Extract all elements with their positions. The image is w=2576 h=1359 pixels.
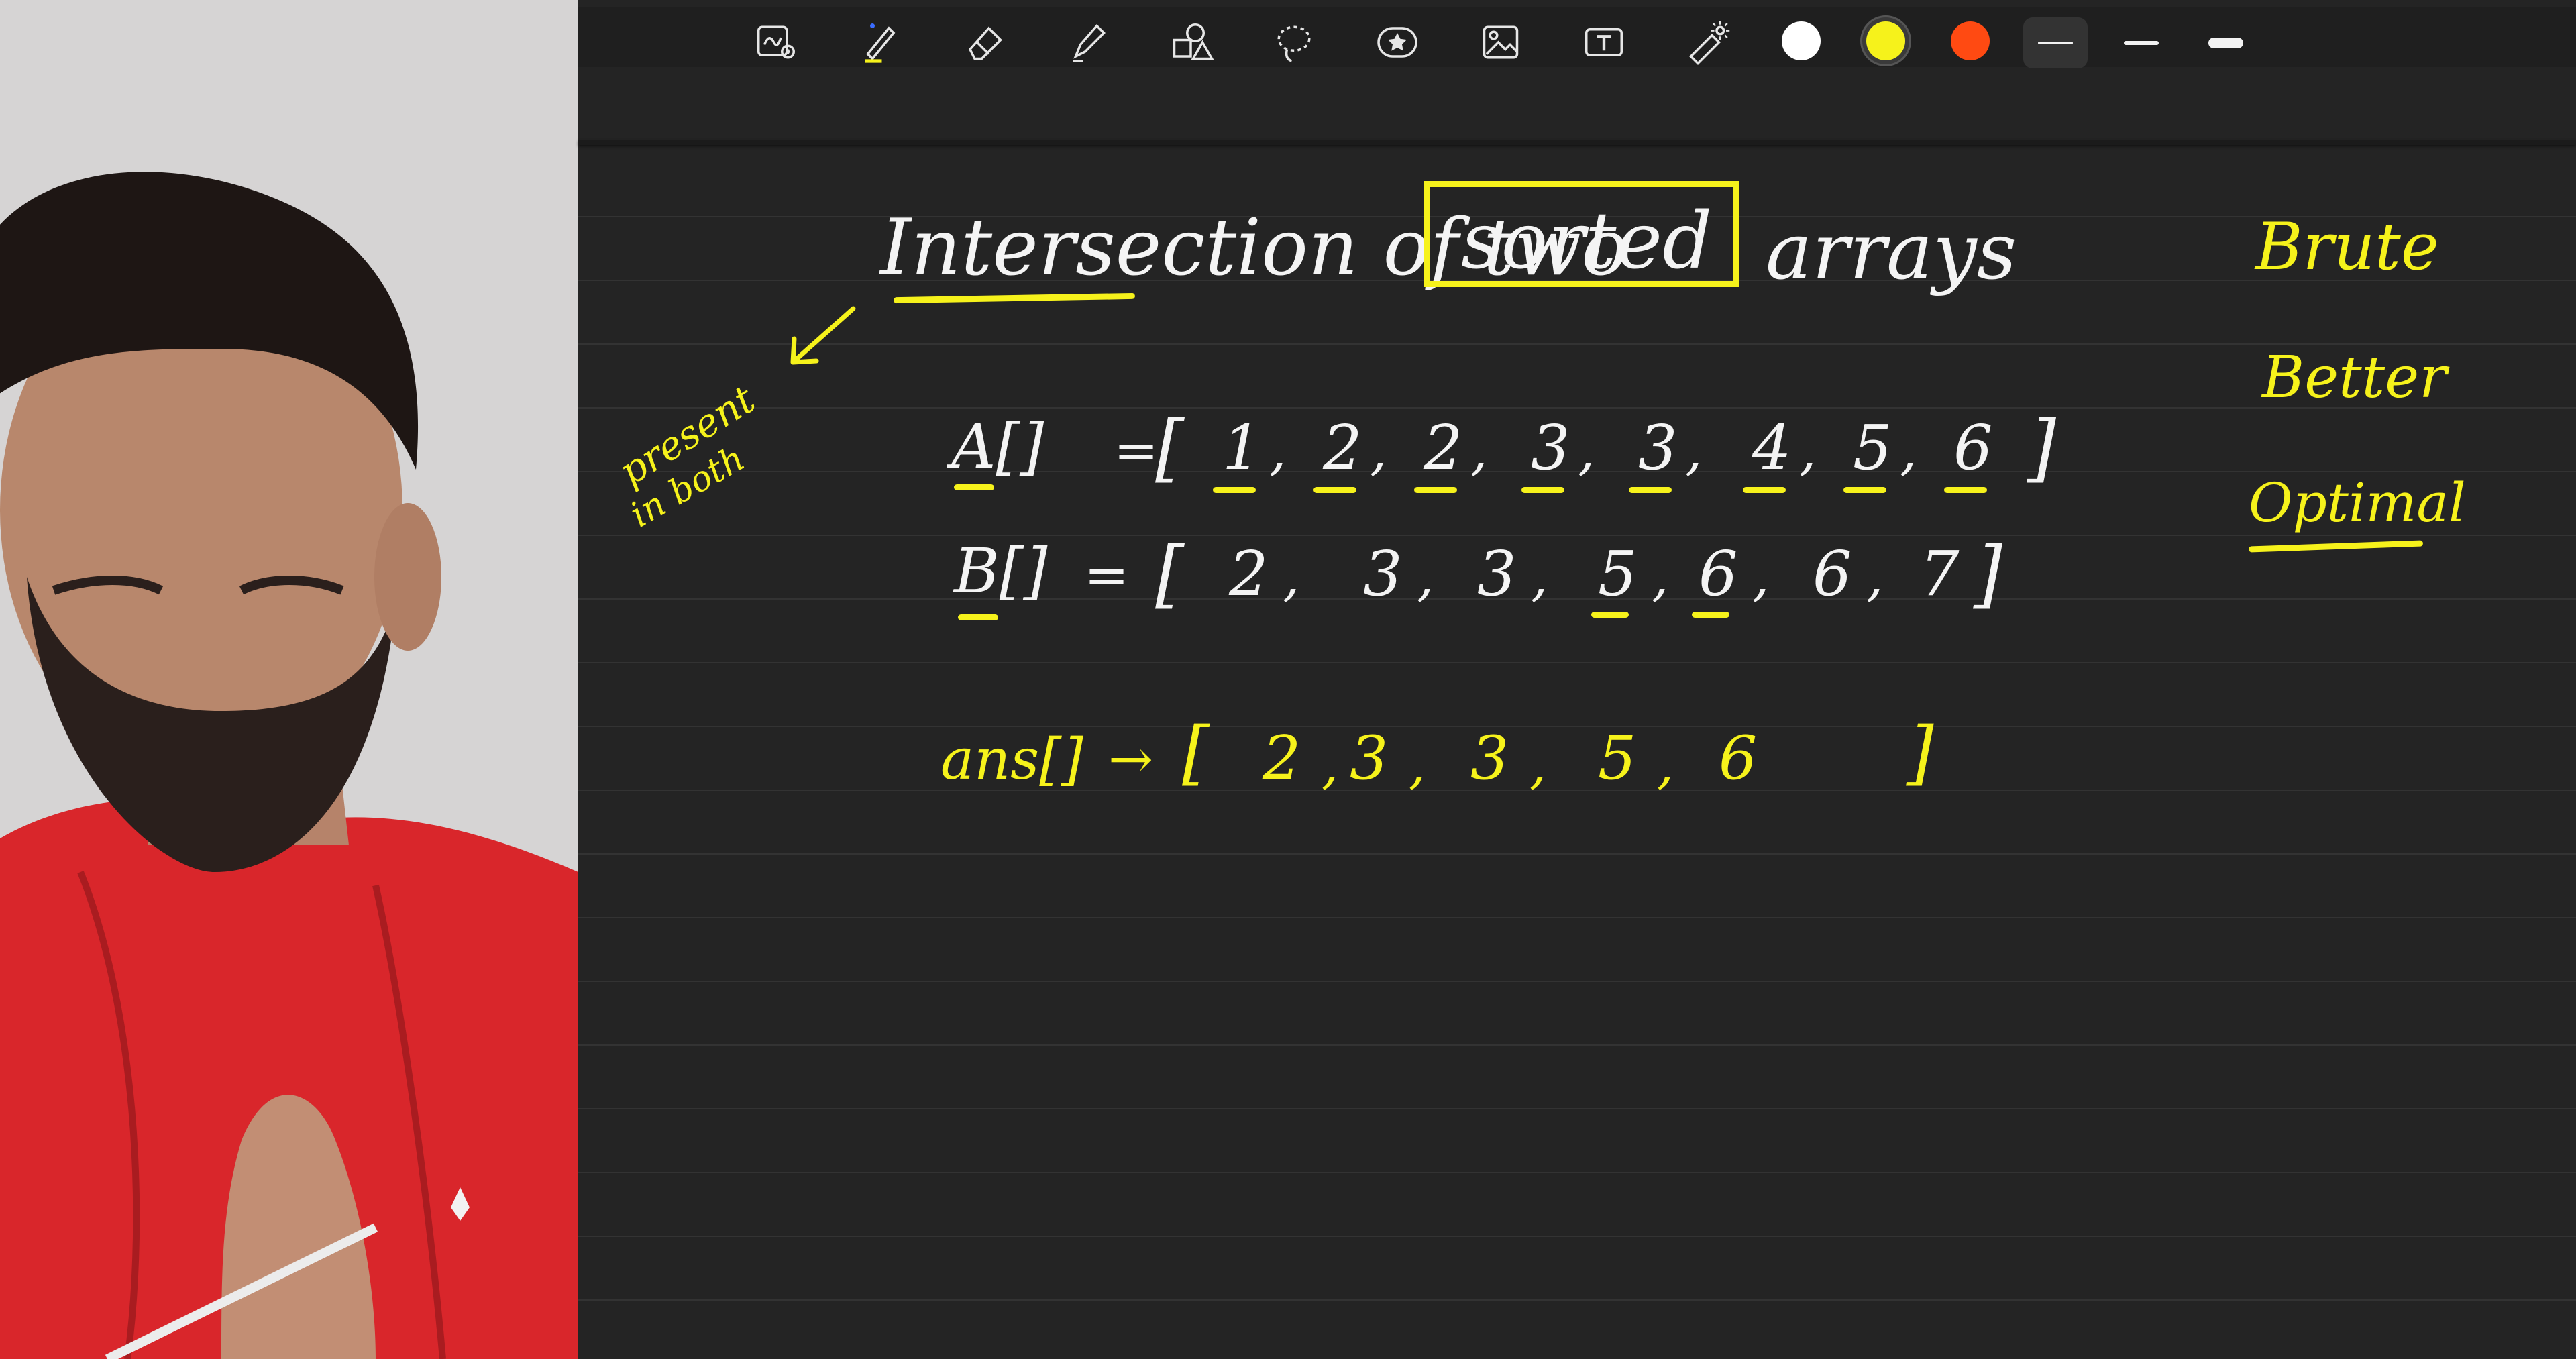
- array-b-equals: =: [1084, 544, 1130, 606]
- array-b-comma: ,: [1417, 545, 1434, 608]
- array-a-match-underline: [1843, 487, 1886, 493]
- array-b-value: 2: [1229, 538, 1269, 610]
- title-text-boxed: sorted: [1461, 196, 1713, 286]
- notebook-canvas[interactable]: Intersection of two sorted arrays presen…: [578, 0, 2576, 1359]
- approach-better: Better: [2262, 344, 2447, 411]
- title-text-part3: arrays: [1766, 207, 2017, 297]
- array-a-label: A[]: [951, 411, 1044, 482]
- array-a-match-underline: [1944, 487, 1987, 493]
- ans-value: 2: [1263, 723, 1301, 794]
- array-a-comma: ,: [1685, 419, 1703, 482]
- array-a-comma: ,: [1470, 419, 1488, 482]
- ans-comma: ,: [1322, 733, 1339, 796]
- title-underline: [893, 292, 1136, 304]
- array-a-comma: ,: [1578, 419, 1595, 482]
- array-b-label-underline: [958, 614, 998, 620]
- array-a-value: 4: [1752, 412, 1792, 484]
- array-a-value: 2: [1323, 412, 1362, 484]
- ans-comma: ,: [1409, 733, 1426, 796]
- array-a-value: 2: [1424, 412, 1463, 484]
- array-a-value: 5: [1853, 412, 1892, 484]
- array-a-value: 6: [1953, 412, 1993, 484]
- array-b-label: B[]: [954, 535, 1048, 607]
- ans-label: ans[]: [941, 726, 1083, 792]
- array-b-open-bracket: [: [1155, 531, 1184, 616]
- array-b-comma: ,: [1866, 545, 1884, 608]
- array-a-match-underline: [1629, 487, 1672, 493]
- array-a-comma: ,: [1900, 419, 1917, 482]
- ans-open-bracket: [: [1182, 712, 1210, 794]
- array-b-value: 5: [1598, 538, 1638, 610]
- ans-value: 5: [1598, 723, 1637, 794]
- presenter-webcam: [0, 0, 578, 1359]
- array-a-close-bracket: ]: [2027, 404, 2056, 490]
- array-b-comma: ,: [1752, 545, 1770, 608]
- array-a-value: 3: [1531, 412, 1570, 484]
- array-b-close-bracket: ]: [1974, 531, 2002, 616]
- side-note-arrow: [790, 306, 856, 365]
- array-a-match-underline: [1521, 487, 1564, 493]
- array-b-value: 3: [1477, 538, 1517, 610]
- array-a-open-bracket: [: [1155, 404, 1184, 490]
- array-a-equals: =: [1114, 419, 1159, 482]
- array-b-comma: ,: [1531, 545, 1548, 608]
- array-a-value: 3: [1638, 412, 1678, 484]
- array-a-value: 1: [1222, 412, 1262, 484]
- array-b-value: 3: [1363, 538, 1403, 610]
- ans-comma: ,: [1657, 733, 1674, 796]
- array-a-comma: ,: [1269, 419, 1287, 482]
- array-b-value: 7: [1920, 538, 1960, 610]
- array-a-match-underline: [1313, 487, 1356, 493]
- array-a-match-underline: [1213, 487, 1256, 493]
- approach-brute: Brute: [2255, 209, 2439, 284]
- array-b-match-underline: [1591, 612, 1629, 618]
- array-a-comma: ,: [1370, 419, 1387, 482]
- ans-value: 6: [1719, 723, 1758, 794]
- ans-arrow: →: [1108, 728, 1154, 790]
- array-a-label-underline: [954, 484, 994, 490]
- array-b-match-underline: [1692, 612, 1729, 618]
- array-b-comma: ,: [1283, 545, 1300, 608]
- presenter-illustration: [0, 0, 578, 1359]
- ans-value: 3: [1350, 723, 1389, 794]
- optimal-underline: [2248, 540, 2424, 553]
- array-b-value: 6: [1813, 538, 1852, 610]
- array-a-match-underline: [1414, 487, 1457, 493]
- ans-value: 3: [1470, 723, 1509, 794]
- array-b-value: 6: [1699, 538, 1738, 610]
- ans-close-bracket: ]: [1907, 712, 1934, 794]
- ans-comma: ,: [1529, 733, 1547, 796]
- approach-optimal: Optimal: [2249, 472, 2466, 534]
- array-a-match-underline: [1743, 487, 1786, 493]
- array-a-comma: ,: [1799, 419, 1817, 482]
- array-b-comma: ,: [1652, 545, 1669, 608]
- handwritten-notes: Intersection of two sorted arrays presen…: [578, 0, 2576, 1359]
